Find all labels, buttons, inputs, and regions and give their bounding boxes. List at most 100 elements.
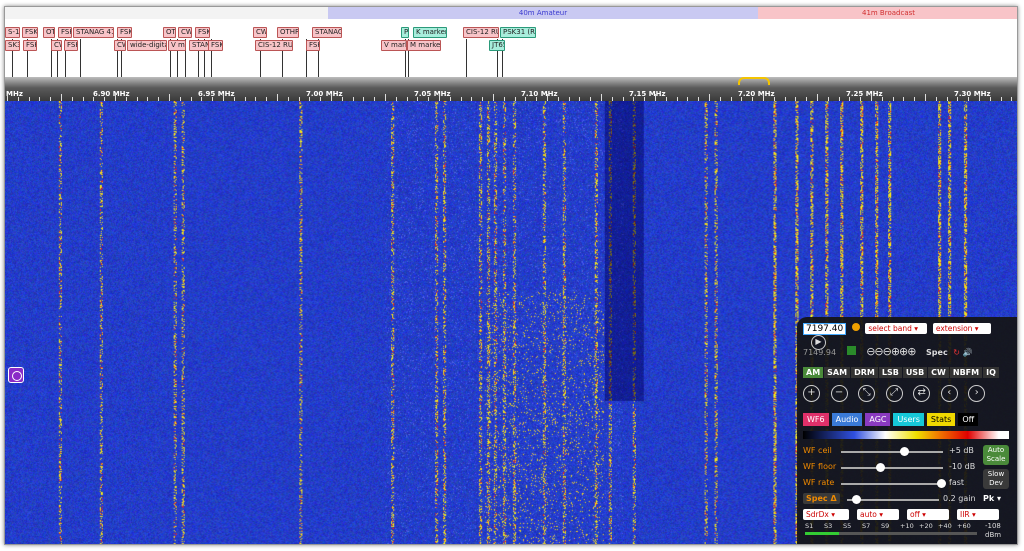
station-label[interactable]: FSK [22,27,38,38]
s-meter-tick: S9 [881,522,890,530]
station-label[interactable]: OTH [163,27,176,38]
station-label[interactable]: FSK [208,40,223,51]
bottom-select[interactable]: SdrDx ▾ [803,509,849,520]
tab-wf6[interactable]: WF6 [803,413,829,426]
external-link-icon[interactable] [846,346,856,355]
station-label[interactable]: OT [43,27,55,38]
station-label[interactable]: JT65 [489,40,505,51]
select-band-dropdown[interactable]: select band ▾ [865,323,928,334]
station-label[interactable]: M marker [407,40,441,51]
frequency-scale[interactable]: MHz 6.90 MHz 6.95 MHz 7.00 MHz 7.05 MHz 7.10… [5,77,1017,101]
sidebar-toggle-button[interactable] [8,367,24,383]
bottom-select[interactable]: IIR ▾ [957,509,999,520]
tab-audio[interactable]: Audio [831,413,863,426]
station-label[interactable]: CW [253,27,267,38]
wf-rate-label: WF rate [803,478,835,487]
mode-button-sam[interactable]: SAM [824,367,851,378]
station-label[interactable]: CIS-12 RUS [463,27,499,38]
station-label[interactable]: STANAG 41! [73,27,114,38]
spec-label[interactable]: Spec [926,348,948,357]
scale-tick [547,94,548,101]
freq-step-icon[interactable] [851,323,860,331]
slider-knob[interactable] [936,479,946,488]
station-label[interactable]: SK32 [5,40,20,51]
frequency-input[interactable]: 7197.40 [803,323,847,335]
zoom-out-icon[interactable]: − [830,385,848,402]
station-label[interactable]: STANAG [312,27,342,38]
station-label[interactable]: CW [178,27,192,38]
swap-icon[interactable]: ⇄ [913,385,931,402]
tab-off[interactable]: Off [958,413,979,426]
station-label[interactable]: PSK31 (R2) [500,27,536,38]
freq-tick-label: 7.20 MHz [738,90,775,98]
s-meter-tick: +60 [957,522,971,530]
station-label[interactable]: V ma [168,40,186,51]
bottom-select[interactable]: auto ▾ [857,509,899,520]
slow-dev-button[interactable]: Slow Dev [983,469,1009,489]
wf-ceil-value: +5 dB [949,446,974,455]
station-label[interactable]: V marke [381,40,407,51]
mode-button-nbfm[interactable]: NBFM [949,367,983,378]
bottom-select[interactable]: off ▾ [907,509,949,520]
mode-button-am[interactable]: AM [803,367,824,378]
freq-tick-label: 7.30 MHz [954,90,991,98]
s-meter-scale: S1 S3 S5 S7 S9 +10 +20 +40 +60 [805,522,980,531]
reload-icon[interactable]: ↻ [953,348,960,357]
station-label[interactable]: wide-digita [127,40,167,51]
tab-stats[interactable]: Stats [926,413,956,426]
band-label: 41m Broadcast [861,9,916,17]
mode-button-cw[interactable]: CW [928,367,949,378]
passband-marker[interactable] [738,77,770,85]
wf-rate-slider[interactable] [841,479,946,488]
slider-knob[interactable] [875,463,885,472]
mode-button-lsb[interactable]: LSB [878,367,902,378]
station-label[interactable]: K marker (3) [413,27,447,38]
station-label[interactable]: FSK [306,40,320,51]
next-icon[interactable]: › [968,385,986,402]
extension-dropdown[interactable]: extension ▾ [932,323,991,334]
scale-tick [169,94,170,101]
tab-users[interactable]: Users [893,413,924,426]
station-label[interactable]: CW [51,40,62,51]
station-label[interactable]: FSK [64,40,78,51]
wf-ceil-slider[interactable] [841,447,943,456]
zoom-in-icon[interactable]: + [803,385,820,402]
spec-delta-button[interactable]: Spec Δ [803,493,840,504]
freq-tick-label: 7.25 MHz [846,90,883,98]
peak-dropdown[interactable]: Pk ▾ [983,494,1001,503]
scale-tick [385,94,386,101]
station-label[interactable]: S-12 [5,27,20,38]
station-label[interactable]: FSK [117,27,132,38]
zoom-max-icon[interactable]: ⤢ [885,385,903,402]
s-meter-tick: +40 [938,522,952,530]
auto-scale-button[interactable]: Auto Scale [983,445,1009,465]
slider-knob[interactable] [852,495,862,504]
scale-tick [601,94,602,101]
zoom-fit-icon[interactable]: ⤡ [858,385,876,402]
s-meter-reading: -108 [985,522,1001,530]
tab-agc[interactable]: AGC [865,413,891,426]
label-stem [466,39,467,77]
spec-delta-slider[interactable] [847,495,939,504]
mode-button-drm[interactable]: DRM [851,367,878,378]
station-label[interactable]: OTHR [277,27,299,38]
wf-floor-slider[interactable] [841,463,943,472]
station-label[interactable]: CIS-12 RUS [255,40,293,51]
s-meter-tick: S1 [805,522,814,530]
station-label[interactable]: FSK [23,40,37,51]
slider-knob[interactable] [900,447,910,456]
station-label[interactable]: STANA [189,40,210,51]
freq-tick-label: 7.15 MHz [629,90,666,98]
mode-button-usb[interactable]: USB [902,367,928,378]
station-label[interactable]: CW [114,40,126,51]
mode-button-iq[interactable]: IQ [983,367,999,378]
station-label[interactable]: FSK [58,27,72,38]
band-40m-amateur[interactable]: 40m Amateur [328,7,758,19]
station-label[interactable]: FSK [195,27,210,38]
band-41m-broadcast[interactable]: 41m Broadcast [758,7,1017,19]
s-meter-tick: +20 [919,522,933,530]
speaker-icon[interactable]: 🔊 [963,348,973,357]
prev-icon[interactable]: ‹ [940,385,958,402]
zoom-step-icons[interactable]: ⊖⊖⊖⊕⊕⊕ [866,345,916,358]
station-label[interactable]: P [401,27,409,38]
